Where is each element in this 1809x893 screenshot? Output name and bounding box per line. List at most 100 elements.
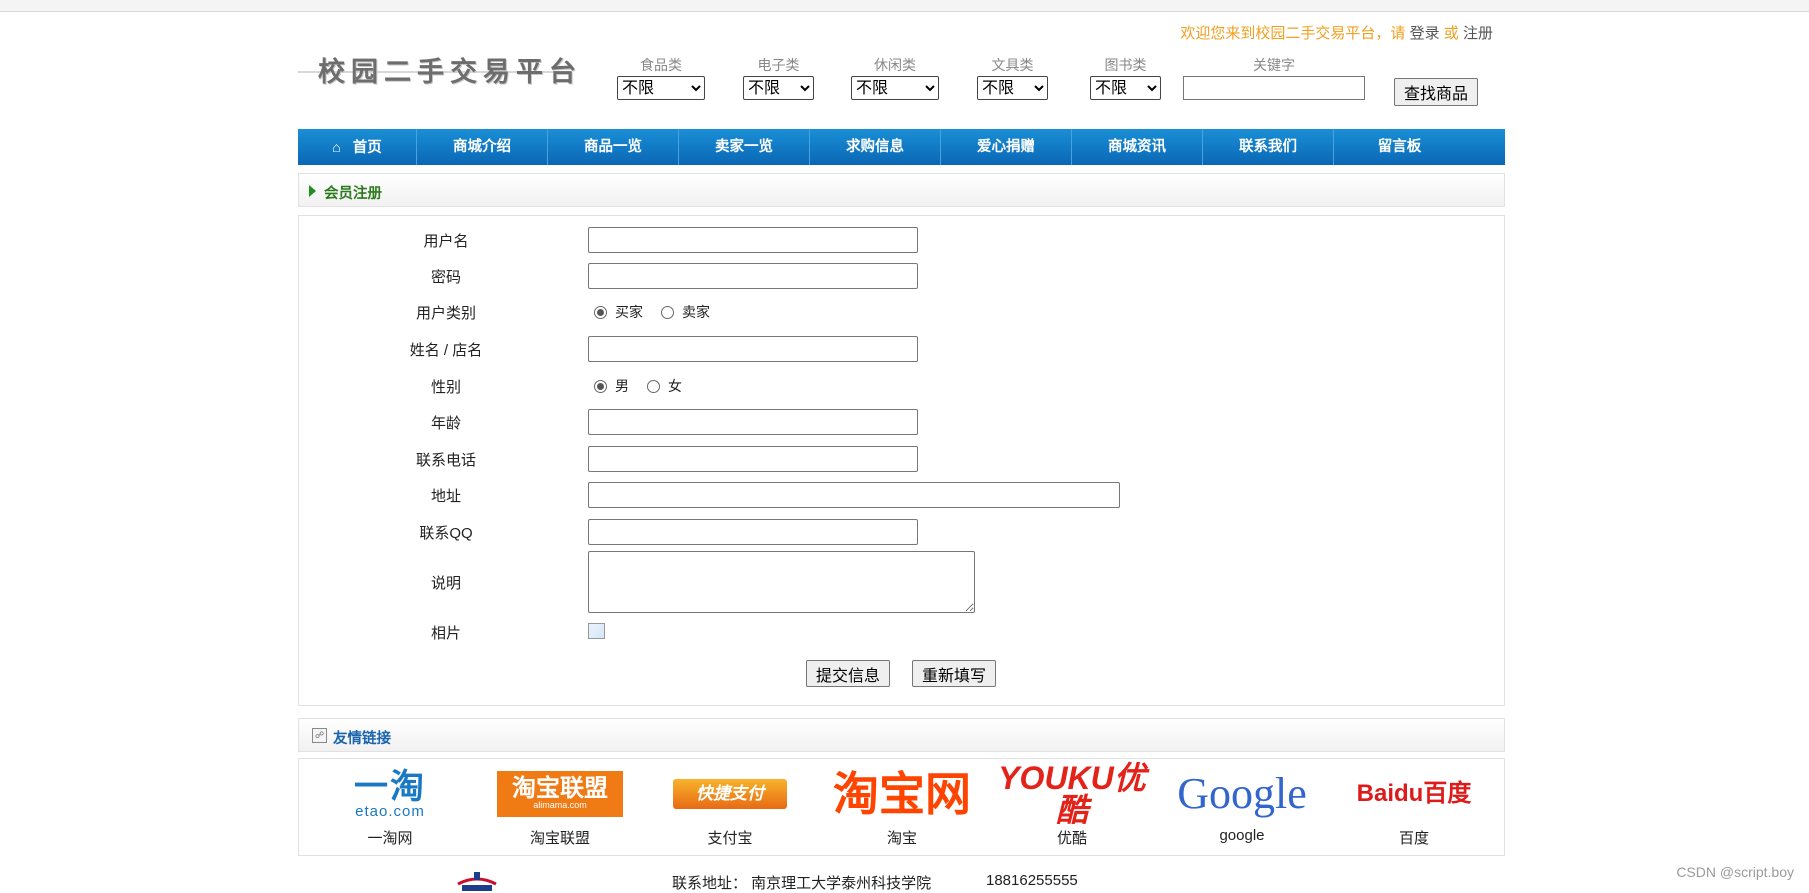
filter-food-label: 食品类 xyxy=(640,57,682,73)
user-type-radio-group: 买家 卖家 xyxy=(594,302,728,322)
male-radio[interactable] xyxy=(594,379,607,393)
alipay-logo: 快捷支付 xyxy=(655,767,805,821)
link-alimama-caption: 淘宝联盟 xyxy=(529,830,590,847)
filter-stationery-label: 文具类 xyxy=(991,57,1034,73)
nav-mall-intro[interactable]: 商城介绍 xyxy=(417,129,548,165)
footer-phone: 18816255555 xyxy=(986,872,1078,889)
register-section-title: 会员注册 xyxy=(324,186,382,202)
filter-stationery-select[interactable]: 不限 xyxy=(977,76,1048,100)
qq-label: 联系QQ xyxy=(419,525,473,542)
link-baidu[interactable]: Baidu百度 百度 xyxy=(1339,767,1489,848)
password-field[interactable] xyxy=(588,263,918,289)
browser-top-bar xyxy=(0,0,1809,12)
gender-label: 性别 xyxy=(430,379,461,396)
alimama-logo: 淘宝联盟 alimama.com xyxy=(485,767,635,821)
male-radio-label: 男 xyxy=(615,378,629,394)
filter-leisure-label: 休闲类 xyxy=(874,57,916,73)
nav-news[interactable]: 商城资讯 xyxy=(1072,129,1203,165)
search-button[interactable]: 查找商品 xyxy=(1394,78,1478,106)
filter-stationery: 文具类 不限 xyxy=(977,56,1048,100)
site-logo: 校园二手交易平台 xyxy=(298,50,576,88)
link-google-caption: google xyxy=(1219,827,1265,844)
google-logo: Google xyxy=(1177,769,1307,818)
gender-radio-group: 男 女 xyxy=(594,376,700,396)
female-radio-label: 女 xyxy=(668,378,682,394)
username-field[interactable] xyxy=(588,227,918,253)
nav-wanted[interactable]: 求购信息 xyxy=(810,129,941,165)
filter-electronics: 电子类 不限 xyxy=(743,56,814,100)
nav-donation[interactable]: 爱心捐赠 xyxy=(941,129,1072,165)
filter-books-label: 图书类 xyxy=(1104,57,1147,73)
link-alipay-caption: 支付宝 xyxy=(707,830,753,847)
welcome-bar: 欢迎您来到校园二手交易平台，请 登录 或 注册 xyxy=(1180,22,1493,43)
name-shop-label: 姓名 / 店名 xyxy=(409,342,483,359)
youku-logo: YOUKU优酷 xyxy=(998,760,1146,828)
photo-label: 相片 xyxy=(430,625,461,642)
name-shop-field[interactable] xyxy=(588,336,918,362)
phone-field[interactable] xyxy=(588,446,918,472)
main-nav: ⌂ 首页 商城介绍 商品一览 卖家一览 求购信息 爱心捐赠 商城资讯 联系我们 留… xyxy=(298,129,1505,165)
keyword-label: 关键字 xyxy=(1253,57,1295,73)
or-text: 或 xyxy=(1443,25,1459,42)
nav-home-label: 首页 xyxy=(352,140,382,156)
password-label: 密码 xyxy=(430,269,461,286)
description-label: 说明 xyxy=(430,575,461,592)
reset-button[interactable]: 重新填写 xyxy=(912,660,996,687)
register-section-header: 会员注册 xyxy=(298,173,1505,207)
filter-leisure: 休闲类 不限 xyxy=(851,56,939,100)
buyer-radio-label: 买家 xyxy=(615,304,643,320)
nav-sellers[interactable]: 卖家一览 xyxy=(679,129,810,165)
filter-books: 图书类 不限 xyxy=(1090,56,1161,100)
seller-radio[interactable] xyxy=(661,305,674,319)
keyword-input[interactable] xyxy=(1183,76,1365,100)
phone-label: 联系电话 xyxy=(415,452,476,469)
filter-leisure-select[interactable]: 不限 xyxy=(851,76,939,100)
keyword-filter: 关键字 xyxy=(1183,56,1365,100)
address-field[interactable] xyxy=(588,482,1120,508)
address-label: 地址 xyxy=(430,488,461,505)
qq-field[interactable] xyxy=(588,519,918,545)
link-youku[interactable]: YOUKU优酷 优酷 xyxy=(997,760,1147,848)
filter-electronics-select[interactable]: 不限 xyxy=(743,76,814,100)
footer-logo xyxy=(452,870,502,891)
logo-text: 校园二手交易平台 xyxy=(318,57,582,88)
female-radio[interactable] xyxy=(647,379,660,393)
link-icon: ☍ xyxy=(312,728,327,743)
username-label: 用户名 xyxy=(423,233,469,250)
link-taobao-caption: 淘宝 xyxy=(886,830,917,847)
nav-message-board[interactable]: 留言板 xyxy=(1334,129,1465,165)
friend-links-title: 友情链接 xyxy=(333,731,391,747)
triangle-icon xyxy=(309,185,316,197)
home-icon: ⌂ xyxy=(332,139,341,155)
link-etao[interactable]: 一淘 etao.com 一淘网 xyxy=(315,767,465,848)
link-taobao[interactable]: 淘宝网 淘宝 xyxy=(827,767,977,848)
link-youku-caption: 优酷 xyxy=(1056,830,1087,847)
submit-button[interactable]: 提交信息 xyxy=(806,660,890,687)
nav-products[interactable]: 商品一览 xyxy=(548,129,679,165)
user-type-label: 用户类别 xyxy=(415,305,476,322)
filter-books-select[interactable]: 不限 xyxy=(1090,76,1161,100)
filter-food-select[interactable]: 不限 xyxy=(617,76,705,100)
nav-home[interactable]: ⌂ 首页 xyxy=(298,129,417,165)
taobao-logo: 淘宝网 xyxy=(833,768,971,820)
description-textarea[interactable] xyxy=(588,551,975,613)
filter-electronics-label: 电子类 xyxy=(757,57,800,73)
photo-image-placeholder[interactable] xyxy=(588,623,605,639)
link-baidu-caption: 百度 xyxy=(1398,830,1429,847)
link-alipay[interactable]: 快捷支付 支付宝 xyxy=(655,767,805,848)
register-link[interactable]: 注册 xyxy=(1463,25,1493,42)
friend-links-panel: 一淘 etao.com 一淘网 淘宝联盟 alimama.com 淘宝联盟 快捷… xyxy=(298,758,1505,856)
baidu-logo: Baidu百度 xyxy=(1356,780,1472,807)
link-alimama[interactable]: 淘宝联盟 alimama.com 淘宝联盟 xyxy=(485,767,635,848)
link-google[interactable]: Google google xyxy=(1167,767,1317,845)
friend-links-header: ☍ 友情链接 xyxy=(298,718,1505,752)
filter-food: 食品类 不限 xyxy=(617,56,705,100)
seller-radio-label: 卖家 xyxy=(682,304,710,320)
etao-logo: 一淘 etao.com xyxy=(354,767,426,820)
nav-contact[interactable]: 联系我们 xyxy=(1203,129,1334,165)
welcome-text: 欢迎您来到校园二手交易平台，请 xyxy=(1180,25,1406,42)
watermark: CSDN @script.boy xyxy=(1676,864,1794,880)
age-field[interactable] xyxy=(588,409,918,435)
login-link[interactable]: 登录 xyxy=(1410,25,1440,42)
buyer-radio[interactable] xyxy=(594,305,607,319)
